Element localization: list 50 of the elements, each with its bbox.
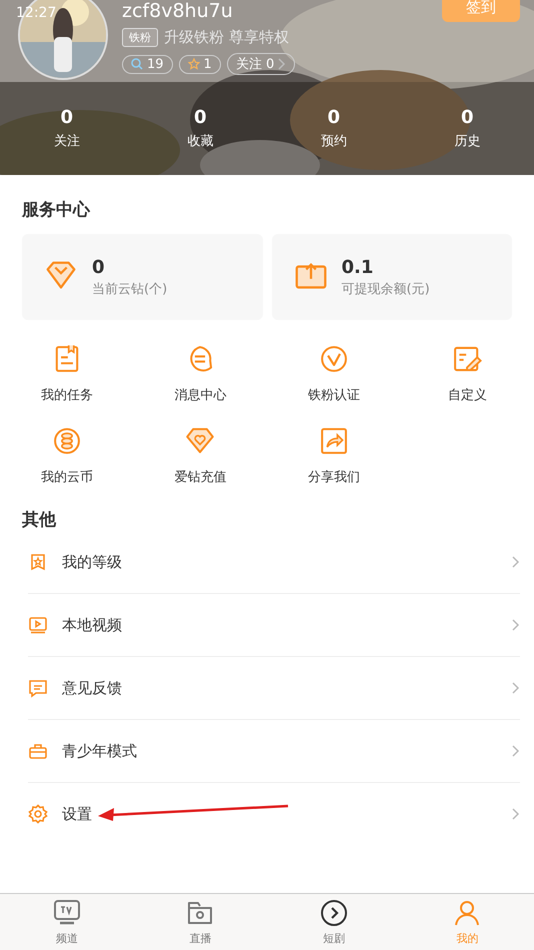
settings-icon [28, 804, 48, 824]
user-icon [453, 898, 482, 926]
video-icon [28, 615, 48, 635]
chevron-right-icon [512, 808, 520, 820]
balance-card[interactable]: 0.1 可提现余额(元) [272, 234, 512, 320]
balance-label: 当前云钻(个) [92, 280, 168, 298]
service-item[interactable]: 爱钻充值 [174, 468, 226, 486]
ribbon-star-icon [28, 552, 48, 572]
stat-label[interactable]: 收藏 [187, 132, 214, 150]
tv-icon [52, 898, 81, 926]
stat-label[interactable]: 历史 [454, 132, 480, 150]
stat-label[interactable]: 预约 [320, 132, 347, 150]
stat-label[interactable]: 关注 [54, 132, 80, 150]
section-title: 其他 [22, 509, 58, 531]
service-item[interactable]: 铁粉认证 [308, 386, 360, 404]
service-item[interactable]: 分享我们 [308, 468, 360, 486]
service-item[interactable]: 我的任务 [40, 386, 93, 404]
service-item[interactable]: 消息中心 [174, 386, 226, 404]
play-circle-icon [320, 898, 348, 926]
balance-label: 可提现余额(元) [342, 280, 430, 298]
menu-item[interactable]: 本地视频 [62, 616, 498, 634]
balance-card[interactable]: 0 当前云钻(个) [22, 234, 262, 320]
nav-tab[interactable]: 直播 [189, 930, 212, 946]
menu-item[interactable]: 意见反馈 [62, 678, 498, 698]
menu-item[interactable]: 青少年模式 [62, 742, 498, 760]
nav-tab[interactable]: 频道 [56, 930, 78, 946]
status-time: 12:27 [16, 5, 56, 21]
balance-value: 0.1 [342, 256, 374, 278]
username: zcf8v8hu7u [122, 0, 234, 22]
service-item[interactable]: 我的云币 [40, 468, 93, 486]
balance-value: 0 [92, 256, 106, 278]
menu-item[interactable]: 设置 [62, 804, 498, 824]
nav-tab[interactable]: 短剧 [322, 930, 345, 946]
star-icon [188, 58, 200, 70]
menu-item[interactable]: 我的等级 [62, 552, 498, 572]
chevron-right-icon [278, 58, 286, 70]
stat-value: 0 [60, 107, 74, 128]
chevron-right-icon [512, 619, 520, 631]
service-item[interactable]: 自定义 [448, 386, 487, 404]
stat-value: 0 [460, 107, 474, 128]
chevron-right-icon [512, 745, 520, 757]
chevron-right-icon [512, 556, 520, 568]
stat-value: 0 [327, 107, 340, 128]
message-icon [28, 678, 48, 698]
search-icon [131, 58, 143, 70]
chevron-right-icon [512, 682, 520, 694]
section-title: 服务中心 [22, 199, 92, 222]
fan-badge: 铁粉 [122, 28, 158, 47]
stat-value: 0 [194, 107, 207, 128]
briefcase-icon [28, 741, 48, 761]
